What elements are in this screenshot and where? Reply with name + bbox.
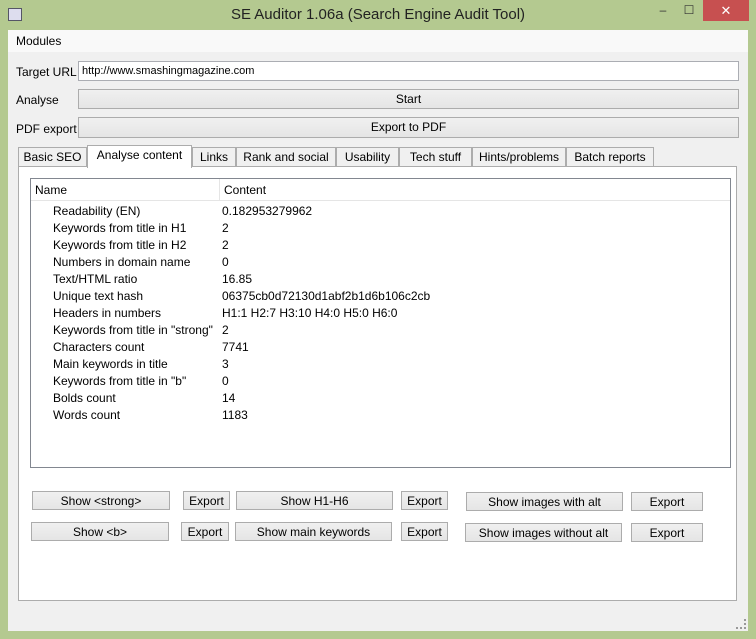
maximize-button[interactable]: ☐: [676, 0, 702, 21]
row-value: 0.182953279962: [222, 204, 313, 218]
row-name: Keywords from title in H2: [53, 238, 187, 252]
column-header-content[interactable]: Content: [224, 183, 266, 197]
tree-header: Name Content: [31, 179, 730, 201]
row-name: Text/HTML ratio: [53, 272, 138, 286]
export-strong-button[interactable]: Export: [183, 491, 230, 510]
row-value: 2: [222, 323, 229, 337]
tab-usability[interactable]: Usability: [336, 147, 399, 167]
show-images-without-alt-button[interactable]: Show images without alt: [465, 523, 622, 542]
show-b-button[interactable]: Show <b>: [31, 522, 169, 541]
analyse-content-panel: Name Content Readability (EN) 0.182953279…: [18, 166, 737, 601]
row-name: Unique text hash: [53, 289, 144, 303]
row-value: 16.85: [222, 272, 253, 286]
target-url-label: Target URL: [16, 65, 77, 79]
row-value: 06375cb0d72130d1abf2b1d6b106c2cb: [222, 289, 431, 303]
analyse-label: Analyse: [16, 93, 59, 107]
column-divider[interactable]: [219, 179, 220, 201]
tab-tech-stuff[interactable]: Tech stuff: [399, 147, 472, 167]
tab-hints-problems[interactable]: Hints/problems: [472, 147, 566, 167]
results-tree[interactable]: Name Content Readability (EN) 0.182953279…: [30, 178, 731, 468]
table-row[interactable]: Headers in numbers H1:1 H2:7 H3:10 H4:0 H…: [31, 306, 730, 323]
show-h1-h6-button[interactable]: Show H1-H6: [236, 491, 393, 510]
row-value: 3: [222, 357, 229, 371]
table-row[interactable]: Bolds count 14: [31, 391, 730, 408]
row-value: 1183: [222, 408, 248, 422]
row-value: 7741: [222, 340, 249, 354]
table-row[interactable]: Keywords from title in "strong" 2: [31, 323, 730, 340]
export-images-with-alt-button[interactable]: Export: [631, 492, 703, 511]
table-row[interactable]: Numbers in domain name 0: [31, 255, 730, 272]
export-b-button[interactable]: Export: [181, 522, 229, 541]
row-name: Keywords from title in H1: [53, 221, 187, 235]
row-name: Numbers in domain name: [53, 255, 191, 269]
export-pdf-button[interactable]: Export to PDF: [78, 117, 739, 138]
row-value: 2: [222, 221, 229, 235]
table-row[interactable]: Readability (EN) 0.182953279962: [31, 204, 730, 221]
tab-batch-reports[interactable]: Batch reports: [566, 147, 654, 167]
tab-basic-seo[interactable]: Basic SEO: [18, 147, 87, 167]
row-value: 0: [222, 374, 229, 388]
export-main-keywords-button[interactable]: Export: [401, 522, 448, 541]
table-row[interactable]: Keywords from title in "b" 0: [31, 374, 730, 391]
export-headers-button[interactable]: Export: [401, 491, 448, 510]
row-value: 14: [222, 391, 236, 405]
tab-analyse-content[interactable]: Analyse content: [87, 145, 192, 168]
tab-rank-and-social[interactable]: Rank and social: [236, 147, 336, 167]
row-name: Words count: [53, 408, 121, 422]
window-title: SE Auditor 1.06a (Search Engine Audit To…: [230, 6, 526, 23]
title-bar: SE Auditor 1.06a (Search Engine Audit To…: [0, 0, 756, 30]
table-row[interactable]: Words count 1183: [31, 408, 730, 425]
resize-grip[interactable]: [736, 619, 746, 629]
target-url-input[interactable]: http://www.smashingmagazine.com: [78, 61, 739, 81]
export-images-without-alt-button[interactable]: Export: [631, 523, 703, 542]
table-row[interactable]: Unique text hash 06375cb0d72130d1abf2b1d6…: [31, 289, 730, 306]
close-button[interactable]: ✕: [703, 0, 749, 21]
table-row[interactable]: Characters count 7741: [31, 340, 730, 357]
table-row[interactable]: Keywords from title in H1 2: [31, 221, 730, 238]
client-area: Modules Target URL http://www.smashingma…: [8, 30, 748, 631]
show-images-with-alt-button[interactable]: Show images with alt: [466, 492, 623, 511]
table-row[interactable]: Text/HTML ratio 16.85: [31, 272, 730, 289]
row-name: Main keywords in title: [53, 357, 168, 371]
tab-links[interactable]: Links: [192, 147, 236, 167]
minimize-button[interactable]: –: [650, 0, 676, 21]
row-value: 2: [222, 238, 229, 252]
menu-modules[interactable]: Modules: [16, 34, 61, 48]
show-main-keywords-button[interactable]: Show main keywords: [235, 522, 392, 541]
column-header-name[interactable]: Name: [35, 183, 67, 197]
show-strong-button[interactable]: Show <strong>: [32, 491, 170, 510]
row-name: Readability (EN): [53, 204, 141, 218]
menu-bar: Modules: [8, 30, 748, 52]
row-value: H1:1 H2:7 H3:10 H4:0 H5:0 H6:0: [222, 306, 398, 320]
pdf-export-label: PDF export: [16, 122, 77, 136]
start-button[interactable]: Start: [78, 89, 739, 109]
row-name: Bolds count: [53, 391, 116, 405]
table-row[interactable]: Main keywords in title 3: [31, 357, 730, 374]
row-name: Headers in numbers: [53, 306, 162, 320]
row-value: 0: [222, 255, 229, 269]
app-window: SE Auditor 1.06a (Search Engine Audit To…: [0, 0, 756, 639]
row-name: Characters count: [53, 340, 145, 354]
row-name: Keywords from title in "b": [53, 374, 187, 388]
table-row[interactable]: Keywords from title in H2 2: [31, 238, 730, 255]
row-name: Keywords from title in "strong": [53, 323, 213, 337]
